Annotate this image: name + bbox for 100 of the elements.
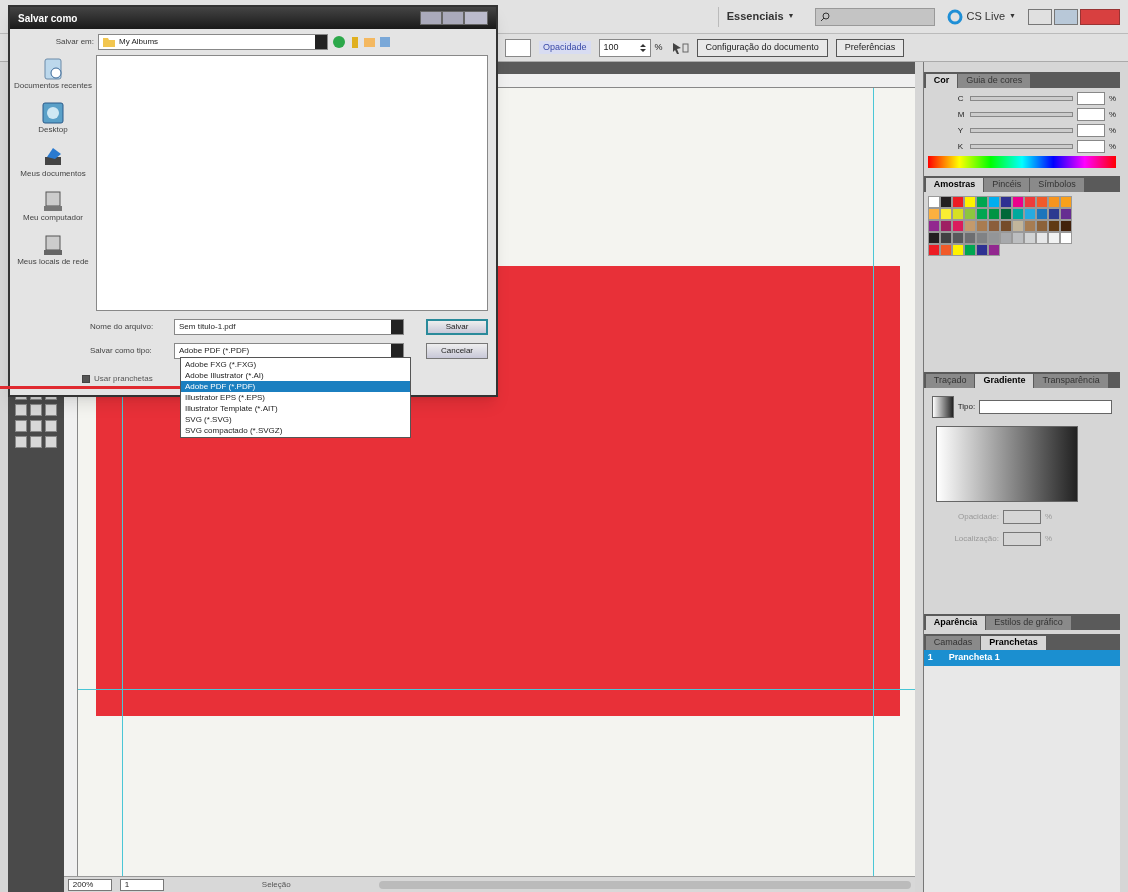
percent-sign: % [654, 40, 663, 54]
color-swatch[interactable] [927, 220, 940, 232]
slider-track[interactable] [969, 128, 1073, 133]
place-shortcut[interactable]: Meus locais de rede [12, 233, 94, 267]
panel-tab[interactable]: Cor [925, 74, 958, 88]
file-type-option[interactable]: Adobe PDF (*.PDF) [181, 381, 410, 392]
slider-track[interactable] [969, 96, 1073, 101]
channel-label: Y [957, 124, 965, 137]
panel-tab[interactable]: Guia de cores [958, 74, 1031, 88]
file-type-option[interactable]: Adobe FXG (*.FXG) [181, 359, 410, 370]
file-type-option[interactable]: SVG compactado (*.SVGZ) [181, 425, 410, 436]
cursor-options-icon [670, 40, 689, 55]
tool-button[interactable] [44, 436, 57, 448]
toolbar-button[interactable]: Configuração do documento [696, 38, 828, 57]
file-type-option[interactable]: Illustrator Template (*.AIT) [181, 403, 410, 414]
panel-tab[interactable]: Traçado [925, 374, 975, 388]
unit-label: % [1108, 124, 1117, 137]
gradient-swatch[interactable] [931, 396, 954, 418]
place-icon [41, 233, 65, 257]
folder-icon [103, 37, 115, 47]
maximize-button[interactable] [442, 11, 464, 25]
tool-button[interactable] [14, 420, 27, 432]
panel-tab[interactable]: Pincéis [984, 178, 1030, 192]
file-type-option[interactable]: Illustrator EPS (*.EPS) [181, 392, 410, 403]
file-type-option[interactable]: Adobe Illustrator (*.AI) [181, 370, 410, 381]
color-swatch[interactable] [927, 208, 940, 220]
tool-button[interactable] [29, 420, 42, 432]
color-swatch[interactable] [927, 196, 940, 208]
tool-button[interactable] [29, 436, 42, 448]
maximize-button[interactable] [1054, 8, 1078, 25]
color-swatch[interactable] [927, 244, 940, 256]
minimize-button[interactable] [1028, 8, 1052, 25]
horizontal-scrollbar[interactable] [378, 880, 911, 889]
color-swatch[interactable] [927, 232, 940, 244]
panel-tab[interactable]: Aparência [925, 616, 986, 630]
unit-label: % [1108, 92, 1117, 105]
color-spectrum[interactable] [927, 156, 1117, 168]
row-number: 1 [927, 651, 933, 665]
tool-button[interactable] [44, 404, 57, 416]
filename-combobox[interactable]: Sem título-1.pdf [174, 319, 404, 335]
field-label: Nome do arquivo: [90, 321, 155, 333]
dialog-title: Salvar como [18, 11, 79, 26]
search-icon [819, 11, 830, 22]
place-shortcut[interactable]: Desktop [12, 101, 94, 135]
unit-label: % [1108, 140, 1117, 153]
panel-tab[interactable]: Símbolos [1030, 178, 1084, 192]
panel-tab[interactable]: Camadas [925, 636, 981, 650]
panel-tab[interactable]: Estilos de gráfico [986, 616, 1071, 630]
checkbox[interactable] [82, 375, 90, 383]
place-shortcut[interactable]: Meu computador [12, 189, 94, 223]
value-field[interactable] [1076, 108, 1105, 121]
field-label: Salvar como tipo: [90, 345, 153, 357]
folder-dropdown[interactable]: My Albums [98, 34, 328, 50]
opacity-label: Opacidade [539, 40, 591, 55]
color-swatch-dropdown[interactable] [505, 38, 531, 57]
ring-icon [946, 8, 963, 25]
value-field[interactable] [1076, 140, 1105, 153]
search-field[interactable] [814, 7, 935, 26]
panel-tab[interactable]: Transparência [1034, 374, 1108, 388]
field-label: Salvar em: [54, 36, 94, 48]
artboard-field[interactable]: 1 [119, 878, 164, 891]
place-icon [41, 101, 65, 125]
place-shortcut[interactable]: Documentos recentes [12, 57, 94, 91]
opacity-field[interactable]: 100 [598, 38, 651, 57]
panel-tab[interactable]: Pranchetas [981, 636, 1046, 650]
tool-button[interactable] [29, 404, 42, 416]
slider-track[interactable] [969, 112, 1073, 117]
toolbar-button[interactable]: Preferências [835, 38, 905, 57]
field-label: Tipo: [957, 401, 976, 413]
value-field[interactable] [1076, 92, 1105, 105]
value-field[interactable] [1002, 532, 1041, 546]
tool-button[interactable] [14, 436, 27, 448]
tool-button[interactable] [14, 404, 27, 416]
unit-label: % [1108, 108, 1117, 121]
file-type-option[interactable]: SVG (*.SVG) [181, 414, 410, 425]
artboard-row[interactable]: 1 Prancheta 1 [923, 650, 1121, 666]
unit-label: % [1044, 511, 1053, 523]
value-field[interactable] [1002, 510, 1041, 524]
unit-label: % [1044, 533, 1053, 545]
status-text: Seleção [261, 878, 291, 891]
spinner-icon [639, 43, 646, 52]
place-icon [41, 189, 65, 213]
channel-label: M [957, 108, 966, 121]
zoom-field[interactable]: 200% [67, 878, 112, 891]
dialog-button[interactable]: Cancelar [426, 343, 488, 359]
type-dropdown[interactable] [979, 400, 1113, 414]
place-icon [41, 57, 65, 81]
close-button[interactable] [1080, 8, 1120, 25]
panel-tab[interactable]: Amostras [925, 178, 984, 192]
channel-label: K [957, 140, 965, 153]
channel-label: C [957, 92, 965, 105]
row-label: Prancheta 1 [948, 651, 1001, 665]
panel-tab[interactable]: Gradiente [975, 374, 1034, 388]
tool-button[interactable] [44, 420, 57, 432]
place-shortcut[interactable]: Meus documentos [12, 145, 94, 179]
slider-track[interactable] [969, 144, 1073, 149]
dialog-button[interactable]: Salvar [426, 319, 488, 335]
value-field[interactable] [1076, 124, 1105, 137]
minimize-button[interactable] [420, 11, 442, 25]
close-button[interactable] [464, 11, 488, 25]
